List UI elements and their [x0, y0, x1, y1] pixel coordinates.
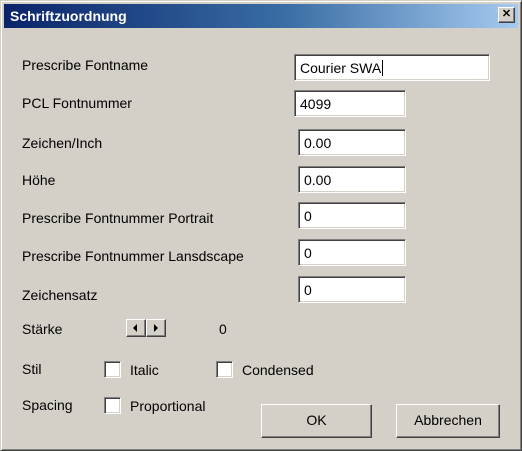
italic-label[interactable]: Italic [130, 361, 159, 379]
label-staerke: Stärke [22, 321, 63, 337]
window-title: Schriftzuordnung [10, 8, 127, 24]
pcl-fontnummer-input[interactable]: 4099 [294, 90, 406, 117]
arrow-right-icon [154, 324, 158, 332]
close-button[interactable]: ✕ [498, 7, 515, 23]
pcl-fontnummer-value: 4099 [300, 96, 332, 112]
condensed-checkbox[interactable] [216, 361, 233, 378]
label-zeichensatz: Zeichensatz [22, 287, 98, 303]
proportional-checkbox[interactable] [104, 397, 121, 414]
staerke-value: 0 [219, 321, 227, 337]
fontnummer-portrait-value: 0 [304, 208, 312, 224]
label-spacing: Spacing [22, 397, 73, 413]
fontnummer-landscape-value: 0 [304, 245, 312, 261]
arrow-left-icon [133, 324, 137, 332]
prescribe-fontname-value: Courier SWA [300, 60, 382, 76]
zeichensatz-input[interactable]: 0 [298, 276, 406, 303]
label-pcl-fontnummer: PCL Fontnummer [22, 95, 132, 111]
title-bar[interactable]: Schriftzuordnung ✕ [4, 4, 518, 28]
zeichen-inch-value: 0.00 [304, 135, 332, 151]
label-fontnummer-portrait: Prescribe Fontnummer Portrait [22, 210, 214, 226]
close-icon: ✕ [501, 8, 512, 20]
zeichen-inch-input[interactable]: 0.00 [298, 129, 406, 156]
hoehe-input[interactable]: 0.00 [298, 166, 406, 193]
label-hoehe: Höhe [22, 172, 56, 188]
staerke-decrease-button[interactable] [126, 319, 146, 337]
staerke-increase-button[interactable] [146, 319, 166, 337]
text-cursor [382, 60, 384, 76]
condensed-label[interactable]: Condensed [242, 361, 314, 379]
prescribe-fontname-input[interactable]: Courier SWA [294, 54, 490, 81]
hoehe-value: 0.00 [304, 172, 332, 188]
cancel-button[interactable]: Abbrechen [396, 404, 500, 438]
font-mapping-dialog: Schriftzuordnung ✕ Prescribe Fontname Co… [0, 0, 522, 451]
label-zeichen-inch: Zeichen/Inch [22, 135, 103, 151]
label-prescribe-fontname: Prescribe Fontname [22, 57, 149, 73]
ok-button[interactable]: OK [261, 404, 372, 438]
zeichensatz-value: 0 [304, 282, 312, 298]
fontnummer-landscape-input[interactable]: 0 [298, 239, 406, 266]
label-stil: Stil [22, 361, 42, 377]
fontnummer-portrait-input[interactable]: 0 [298, 202, 406, 229]
label-fontnummer-landscape: Prescribe Fontnummer Lansdscape [22, 248, 244, 264]
proportional-label[interactable]: Proportional [130, 397, 206, 415]
italic-checkbox[interactable] [104, 361, 121, 378]
